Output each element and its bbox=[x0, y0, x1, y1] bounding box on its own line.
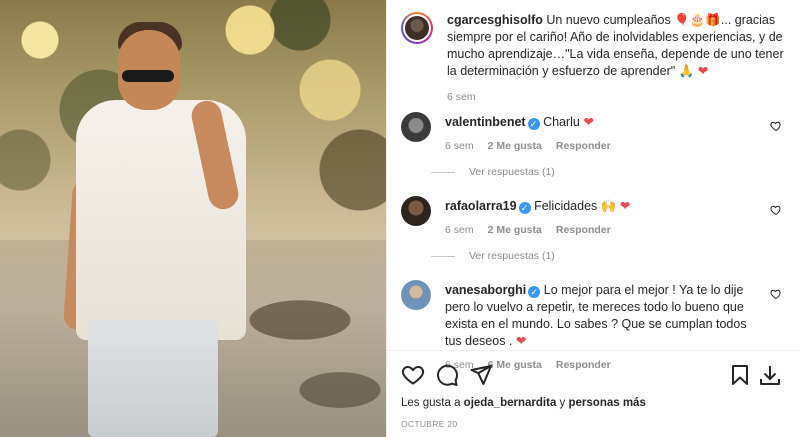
post-photo[interactable] bbox=[0, 0, 386, 437]
verified-badge-icon: ✓ bbox=[518, 202, 531, 214]
comment-like-icon[interactable] bbox=[770, 120, 782, 132]
view-replies-button[interactable]: Ver respuestas (1) bbox=[431, 250, 555, 262]
heart-emoji: ❤ bbox=[583, 115, 594, 129]
comment-likes[interactable]: 2 Me gusta bbox=[488, 140, 542, 152]
comment-avatar[interactable] bbox=[401, 112, 431, 142]
comment-likes[interactable]: 2 Me gusta bbox=[488, 224, 542, 236]
bookmark-icon[interactable] bbox=[728, 363, 752, 387]
comment-text: Felicidades 🙌 bbox=[534, 199, 617, 213]
post-date[interactable]: OCTUBRE 20 bbox=[401, 419, 457, 429]
comment-like-icon[interactable] bbox=[770, 288, 782, 300]
photo-sunglasses bbox=[122, 70, 174, 82]
view-replies-label: Ver respuestas (1) bbox=[469, 250, 555, 262]
heart-outline-icon[interactable] bbox=[401, 363, 425, 387]
caption-avatar[interactable] bbox=[401, 12, 433, 44]
comment-username[interactable]: vanesaborghi bbox=[445, 283, 526, 297]
comment-avatar[interactable] bbox=[401, 196, 431, 226]
post-caption: cgarcesghisolfo Un nuevo cumpleaños 🎈🎂🎁.… bbox=[401, 12, 786, 103]
caption-text-block: cgarcesghisolfo Un nuevo cumpleaños 🎈🎂🎁.… bbox=[447, 12, 786, 80]
view-replies-button[interactable]: Ver respuestas (1) bbox=[431, 166, 555, 178]
likes-user[interactable]: ojeda_bernardita bbox=[464, 397, 557, 409]
instagram-post: cgarcesghisolfo Un nuevo cumpleaños 🎈🎂🎁.… bbox=[0, 0, 800, 437]
likes-others[interactable]: personas más bbox=[569, 397, 646, 409]
comment-time[interactable]: 6 sem bbox=[445, 224, 474, 236]
comment-time[interactable]: 6 sem bbox=[445, 140, 474, 152]
heart-emoji: ❤ bbox=[619, 199, 631, 213]
view-replies-label: Ver respuestas (1) bbox=[469, 166, 555, 178]
comment-item: rafaolarra19 ✓ Felicidades 🙌 ❤ 6 sem 2 Me… bbox=[401, 196, 786, 236]
photo-shorts bbox=[88, 320, 218, 437]
download-icon[interactable] bbox=[758, 363, 782, 387]
likes-prefix: Les gusta a bbox=[401, 397, 461, 409]
post-side-panel: cgarcesghisolfo Un nuevo cumpleaños 🎈🎂🎁.… bbox=[386, 0, 800, 437]
caption-time: 6 sem bbox=[447, 91, 476, 103]
heart-emoji: ❤ bbox=[515, 334, 527, 348]
comment-username[interactable]: valentinbenet bbox=[445, 115, 526, 129]
caption-username[interactable]: cgarcesghisolfo bbox=[447, 13, 543, 27]
paper-plane-icon[interactable] bbox=[469, 363, 493, 387]
comment-like-icon[interactable] bbox=[770, 204, 782, 216]
likes-summary: Les gusta a ojeda_bernardita y personas … bbox=[401, 397, 646, 409]
comment-text: Charlu bbox=[543, 115, 580, 129]
verified-badge-icon: ✓ bbox=[527, 118, 540, 130]
comment-username[interactable]: rafaolarra19 bbox=[445, 199, 517, 213]
replies-divider bbox=[431, 255, 455, 257]
heart-emoji: ❤ bbox=[697, 64, 709, 78]
comment-avatar[interactable] bbox=[401, 280, 431, 310]
likes-middle: y bbox=[559, 397, 566, 409]
post-actions-bar: Les gusta a ojeda_bernardita y personas … bbox=[387, 350, 800, 437]
comment-bubble-icon[interactable] bbox=[435, 363, 459, 387]
comment-item: valentinbenet ✓ Charlu ❤ 6 sem 2 Me gusta… bbox=[401, 112, 786, 152]
reply-button[interactable]: Responder bbox=[556, 140, 611, 152]
replies-divider bbox=[431, 171, 455, 173]
verified-badge-icon: ✓ bbox=[528, 286, 541, 298]
reply-button[interactable]: Responder bbox=[556, 224, 611, 236]
